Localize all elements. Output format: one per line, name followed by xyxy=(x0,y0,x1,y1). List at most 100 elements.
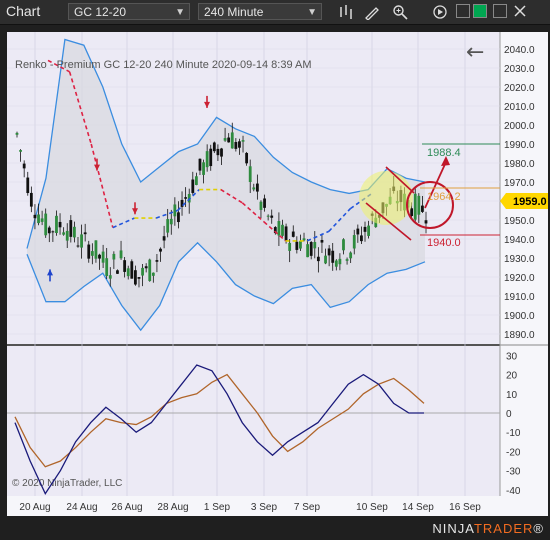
candle-body xyxy=(155,260,159,262)
oscillator-axis-label: -40 xyxy=(506,486,521,497)
price-axis-label: 1940.0 xyxy=(504,235,535,246)
candle-body xyxy=(288,242,292,251)
candle-body xyxy=(270,215,274,218)
candle-body xyxy=(55,215,58,234)
candle-body xyxy=(342,239,345,251)
chevron-down-icon: ▼ xyxy=(307,7,317,18)
candle-body xyxy=(309,242,313,256)
candle-body xyxy=(255,183,259,192)
candle-body xyxy=(116,270,119,274)
interval-value: 240 Minute xyxy=(204,5,264,19)
price-axis-label: 2020.0 xyxy=(504,83,535,94)
bar-style-button[interactable] xyxy=(336,2,356,22)
chart-window: Chart GC 12-20 ▼ 240 Minute ▼ 1988.4 196… xyxy=(0,0,550,540)
candle-body xyxy=(83,232,87,235)
maximize-button[interactable] xyxy=(493,4,507,18)
instrument-value: GC 12-20 xyxy=(74,5,127,19)
candle-body xyxy=(15,132,19,135)
candle-body xyxy=(209,148,213,167)
candle-body xyxy=(119,250,123,259)
candle-body xyxy=(234,142,238,149)
price-axis-label: 1990.0 xyxy=(504,140,535,151)
candle-body xyxy=(316,256,320,262)
color-swatch-green[interactable] xyxy=(473,4,487,18)
candle-body xyxy=(198,158,202,171)
candle-body xyxy=(137,277,141,279)
candle-body xyxy=(47,227,51,234)
drawing-tool-icon xyxy=(365,7,379,20)
candle-body xyxy=(123,260,127,272)
candle-body xyxy=(166,219,170,233)
candle-body xyxy=(105,258,109,276)
candle-body xyxy=(327,248,331,256)
back-arrow-icon[interactable]: ← xyxy=(466,40,484,65)
candle-body xyxy=(263,198,266,208)
mid-target-label: 1964.2 xyxy=(427,191,461,203)
candle-body xyxy=(299,241,302,249)
interval-selector[interactable]: 240 Minute ▼ xyxy=(198,3,322,20)
price-axis-label: 1930.0 xyxy=(504,254,535,265)
zoom-icon xyxy=(393,5,408,20)
color-swatch-white[interactable] xyxy=(456,4,470,18)
scroll-button[interactable] xyxy=(430,2,450,22)
oscillator-axis-label: 20 xyxy=(506,371,518,382)
instrument-selector[interactable]: GC 12-20 ▼ xyxy=(68,3,190,20)
candle-body xyxy=(29,192,33,207)
candle-body xyxy=(76,245,80,247)
candle-body xyxy=(19,150,22,152)
footer: NINJATRADER® xyxy=(0,516,550,540)
candle-body xyxy=(230,132,234,149)
candle-body xyxy=(417,195,421,215)
candle-body xyxy=(295,241,299,250)
candle-body xyxy=(144,266,148,269)
candle-body xyxy=(112,253,116,260)
candle-body xyxy=(413,193,417,220)
candle-body xyxy=(40,218,44,222)
window-title: Chart xyxy=(6,3,41,19)
price-axis-label: 1900.0 xyxy=(504,311,535,322)
candle-body xyxy=(151,272,155,276)
time-axis-label: 1 Sep xyxy=(204,502,231,513)
candle-body xyxy=(277,221,281,236)
zoom-button[interactable] xyxy=(390,2,410,22)
price-axis-label: 1910.0 xyxy=(504,292,535,303)
candle-body xyxy=(98,254,101,259)
candle-body xyxy=(313,242,317,249)
candle-body xyxy=(324,255,327,264)
upper-target-label: 1988.4 xyxy=(427,147,461,159)
candle-body xyxy=(148,259,152,281)
time-axis-label: 16 Sep xyxy=(449,502,481,513)
price-axis-label: 2040.0 xyxy=(504,45,535,56)
price-axis-label: 1920.0 xyxy=(504,273,535,284)
candle-body xyxy=(205,151,209,168)
current-price-label: 1959.0 xyxy=(513,196,547,208)
candle-body xyxy=(281,224,284,236)
brand-logo: NINJATRADER® xyxy=(432,521,544,536)
time-axis-label: 28 Aug xyxy=(157,502,188,513)
candle-body xyxy=(363,226,367,232)
price-axis-label: 2010.0 xyxy=(504,102,535,113)
candle-body xyxy=(349,252,353,259)
price-axis-label: 1950.0 xyxy=(504,216,535,227)
title-bar: Chart GC 12-20 ▼ 240 Minute ▼ xyxy=(0,0,550,25)
candle-body xyxy=(367,225,370,236)
chart-canvas[interactable]: 1988.4 1964.2 1940.0 Renko - Premium GC … xyxy=(0,25,550,516)
bar-style-icon xyxy=(340,5,352,19)
price-axis-label: 1890.0 xyxy=(504,330,535,341)
close-button[interactable] xyxy=(513,4,527,18)
candle-body xyxy=(162,236,166,241)
candle-body xyxy=(108,275,112,279)
target-zone-circle xyxy=(359,171,413,225)
time-axis-label: 26 Aug xyxy=(111,502,142,513)
candle-body xyxy=(360,235,363,242)
candle-body xyxy=(238,141,241,148)
candle-body xyxy=(302,238,306,241)
candle-body xyxy=(334,260,338,267)
candle-body xyxy=(44,213,48,236)
candle-body xyxy=(306,244,310,258)
candle-body xyxy=(65,230,69,241)
candle-body xyxy=(51,231,55,233)
drawing-tool-button[interactable] xyxy=(362,2,382,22)
candle-body xyxy=(37,214,40,224)
candle-body xyxy=(194,176,198,185)
